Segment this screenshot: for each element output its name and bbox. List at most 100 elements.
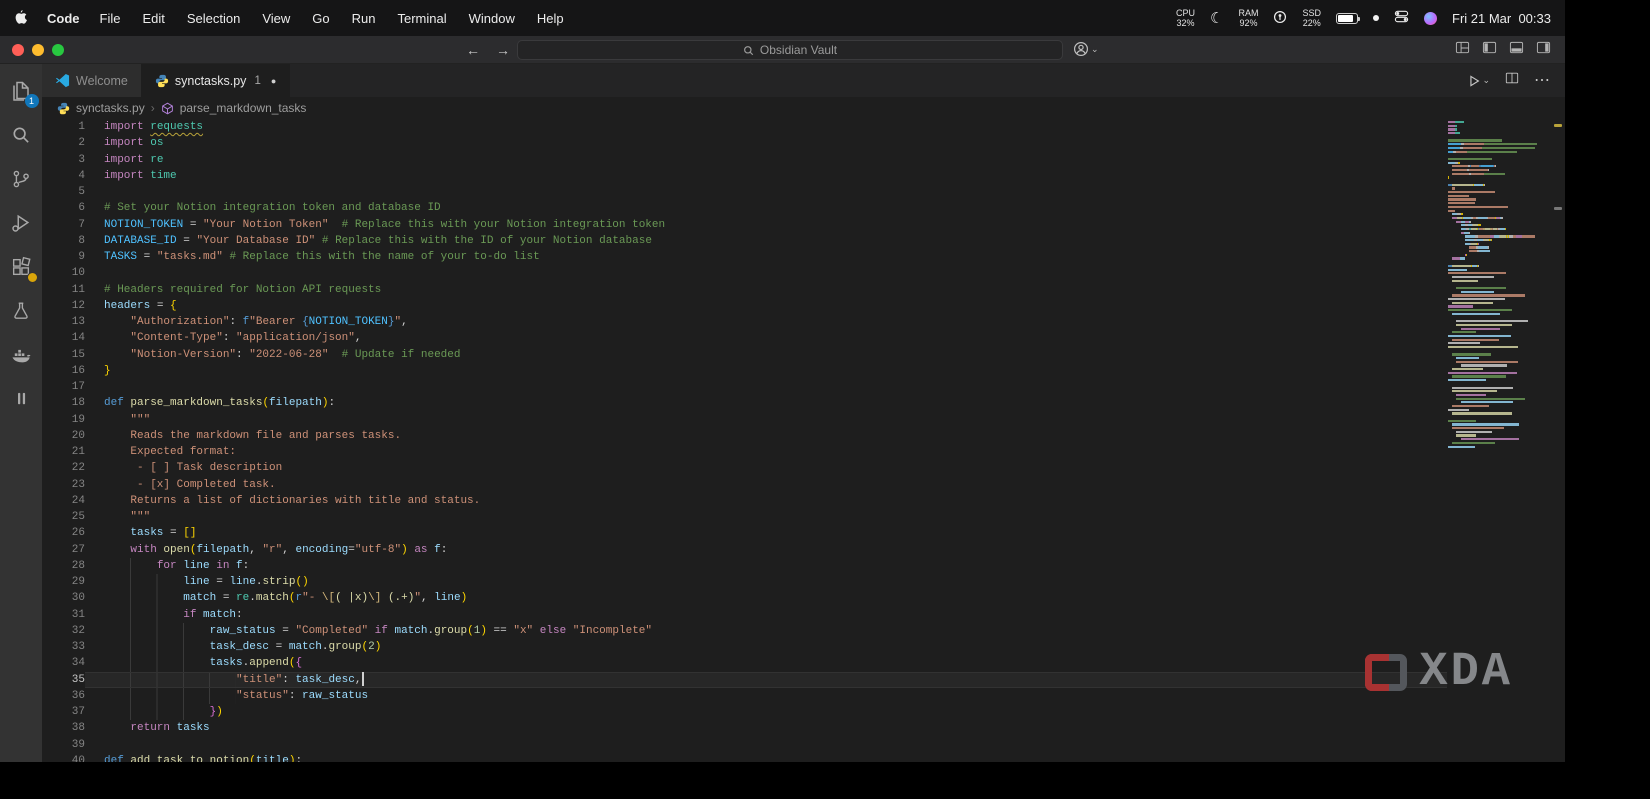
line-number[interactable]: 6 (42, 200, 85, 216)
menu-terminal[interactable]: Terminal (398, 11, 447, 26)
code-line-12[interactable]: 12 headers = { (42, 298, 1447, 314)
code-line-14[interactable]: 14 "Content-Type": "application/json", (42, 330, 1447, 346)
line-content[interactable]: import time (85, 168, 1447, 184)
code-line-4[interactable]: 4 import time (42, 168, 1447, 184)
breadcrumb-file[interactable]: synctasks.py (76, 101, 145, 115)
menu-run[interactable]: Run (352, 11, 376, 26)
code-line-32[interactable]: 32 raw_status = "Completed" if match.gro… (42, 622, 1447, 639)
code-line-11[interactable]: 11 # Headers required for Notion API requ… (42, 282, 1447, 298)
code-line-8[interactable]: 8 DATABASE_ID = "Your Database ID" # Repl… (42, 233, 1447, 249)
minimap[interactable] (1448, 121, 1549, 453)
code-line-27[interactable]: 27 with open(filepath, "r", encoding="ut… (42, 542, 1447, 558)
line-content[interactable]: import os (85, 135, 1447, 151)
toggle-secondary-sidebar-icon[interactable] (1536, 40, 1551, 60)
line-content[interactable]: Expected format: (85, 444, 1447, 460)
code-line-21[interactable]: 21 Expected format: (42, 444, 1447, 460)
code-line-31[interactable]: 31 if match: (42, 606, 1447, 623)
line-content[interactable]: for line in f: (85, 557, 1447, 574)
line-number[interactable]: 40 (42, 753, 85, 762)
line-content[interactable] (85, 265, 1447, 281)
line-content[interactable]: tasks.append({ (85, 655, 1447, 672)
menu-edit[interactable]: Edit (142, 11, 164, 26)
line-number[interactable]: 17 (42, 379, 85, 395)
line-number[interactable]: 2 (42, 135, 85, 151)
split-editor-button[interactable] (1505, 71, 1519, 90)
line-number[interactable]: 8 (42, 233, 85, 249)
line-number[interactable]: 26 (42, 525, 85, 541)
modified-dot-icon[interactable]: ● (271, 76, 276, 86)
run-python-button[interactable]: ⌄ (1467, 74, 1490, 88)
line-number[interactable]: 4 (42, 168, 85, 184)
code-line-3[interactable]: 3 import re (42, 152, 1447, 168)
line-content[interactable]: import re (85, 152, 1447, 168)
keyhole-icon[interactable] (1273, 10, 1287, 27)
line-content[interactable]: def add_task_to_notion(title): (85, 753, 1447, 762)
ram-stat[interactable]: RAM 92% (1238, 8, 1258, 28)
back-arrow-icon[interactable]: ← (466, 42, 480, 58)
line-content[interactable]: "title": task_desc, (85, 671, 1447, 688)
breadcrumb-symbol[interactable]: parse_markdown_tasks (180, 101, 307, 115)
tab-welcome[interactable]: Welcome (42, 64, 142, 97)
code-line-15[interactable]: 15 "Notion-Version": "2022-06-28" # Upda… (42, 347, 1447, 363)
line-number[interactable]: 7 (42, 217, 85, 233)
tab-synctasks-py[interactable]: synctasks.py 1 ● (141, 64, 291, 97)
code-line-19[interactable]: 19 """ (42, 412, 1447, 428)
line-number[interactable]: 22 (42, 460, 85, 476)
customize-layout-icon[interactable] (1455, 40, 1470, 60)
code-line-30[interactable]: 30 match = re.match(r"- \[( |x)\] (.+)",… (42, 590, 1447, 607)
line-content[interactable]: - [ ] Task description (85, 460, 1447, 476)
line-content[interactable]: import requests (85, 119, 1447, 135)
line-number[interactable]: 33 (42, 639, 85, 655)
line-content[interactable]: Returns a list of dictionaries with titl… (85, 493, 1447, 509)
line-number[interactable]: 32 (42, 623, 85, 639)
line-content[interactable]: "status": raw_status (85, 687, 1447, 704)
code-line-24[interactable]: 24 Returns a list of dictionaries with t… (42, 493, 1447, 509)
line-number[interactable]: 18 (42, 395, 85, 411)
siri-icon[interactable] (1424, 11, 1437, 25)
code-line-18[interactable]: 18 def parse_markdown_tasks(filepath): (42, 395, 1447, 411)
line-content[interactable]: Reads the markdown file and parses tasks… (85, 428, 1447, 444)
activitybar-search[interactable] (5, 118, 38, 151)
forward-arrow-icon[interactable]: → (496, 42, 510, 58)
code-line-20[interactable]: 20 Reads the markdown file and parses ta… (42, 428, 1447, 444)
ssd-stat[interactable]: SSD 22% (1302, 8, 1321, 28)
line-content[interactable]: }) (85, 704, 1447, 721)
line-number[interactable]: 37 (42, 704, 85, 720)
code-line-35[interactable]: 35 "title": task_desc, (42, 671, 1447, 688)
line-number[interactable]: 3 (42, 152, 85, 168)
line-content[interactable]: line = line.strip() (85, 574, 1447, 591)
activitybar-pause[interactable] (5, 382, 38, 415)
menu-window[interactable]: Window (469, 11, 515, 26)
code-line-36[interactable]: 36 "status": raw_status (42, 687, 1447, 704)
line-number[interactable]: 24 (42, 493, 85, 509)
line-content[interactable]: """ (85, 509, 1447, 525)
line-content[interactable]: tasks = [] (85, 525, 1447, 541)
toggle-panel-icon[interactable] (1509, 40, 1524, 60)
line-number[interactable]: 29 (42, 574, 85, 590)
code-line-29[interactable]: 29 line = line.strip() (42, 574, 1447, 591)
line-content[interactable]: - [x] Completed task. (85, 477, 1447, 493)
activitybar-docker[interactable] (5, 338, 38, 371)
line-number[interactable]: 27 (42, 542, 85, 558)
line-number[interactable]: 16 (42, 363, 85, 379)
line-number[interactable]: 9 (42, 249, 85, 265)
line-content[interactable]: "Authorization": f"Bearer {NOTION_TOKEN}… (85, 314, 1447, 330)
line-content[interactable]: match = re.match(r"- \[( |x)\] (.+)", li… (85, 590, 1447, 607)
line-content[interactable]: with open(filepath, "r", encoding="utf-8… (85, 542, 1447, 558)
code-line-37[interactable]: 37 }) (42, 704, 1447, 721)
activitybar-testing[interactable] (5, 294, 38, 327)
line-number[interactable]: 5 (42, 184, 85, 200)
code-line-40[interactable]: 40 def add_task_to_notion(title): (42, 753, 1447, 762)
code-editor[interactable]: 1 import requests 2 import os 3 import re 4 imp… (42, 119, 1565, 762)
code-line-22[interactable]: 22 - [ ] Task description (42, 460, 1447, 476)
code-line-25[interactable]: 25 """ (42, 509, 1447, 525)
close-window-button[interactable] (12, 43, 24, 56)
menu-view[interactable]: View (262, 11, 290, 26)
zoom-window-button[interactable] (52, 43, 64, 56)
code-line-26[interactable]: 26 tasks = [] (42, 525, 1447, 541)
menu-file[interactable]: File (100, 11, 121, 26)
line-content[interactable]: """ (85, 412, 1447, 428)
line-number[interactable]: 13 (42, 314, 85, 330)
more-actions-button[interactable]: ⋯ (1534, 72, 1551, 88)
code-line-17[interactable]: 17 (42, 379, 1447, 395)
